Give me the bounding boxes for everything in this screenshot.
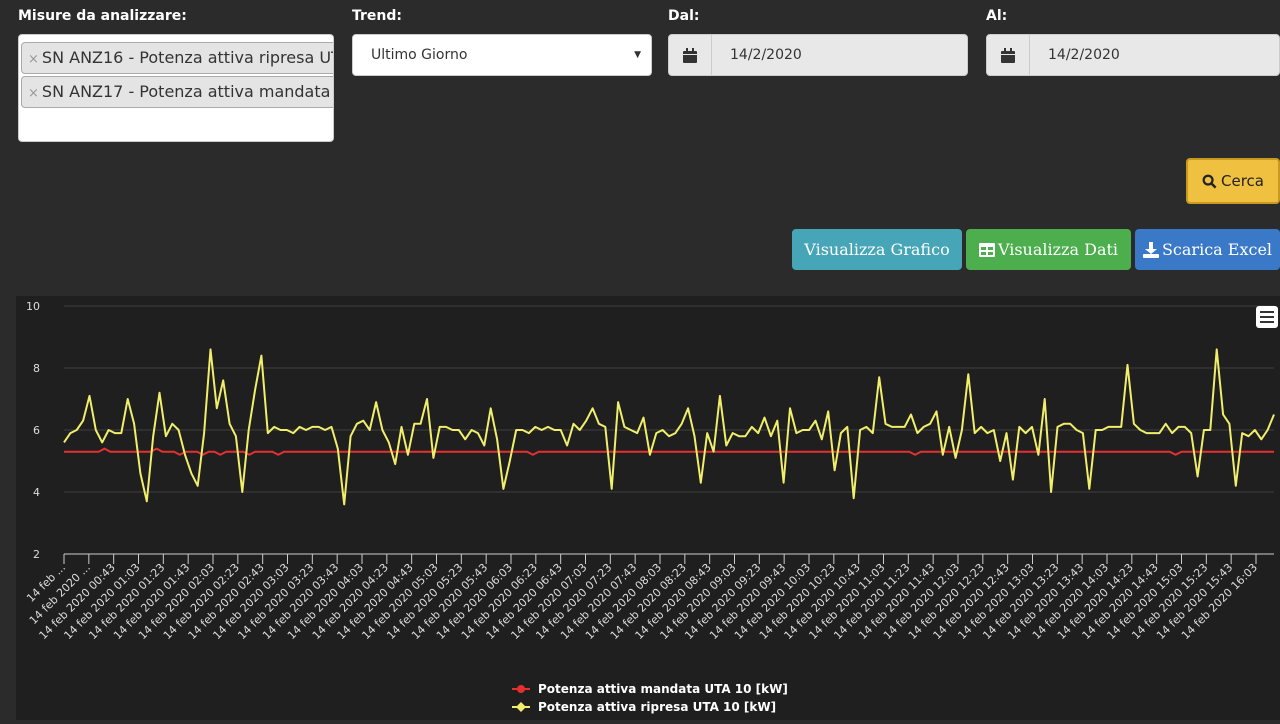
chart-panel: 2 4 6 8 10 14 feb ... 14 feb 2020 ... 14 feb 20… <box>16 296 1280 720</box>
legend-item-2: Potenza attiva ripresa UTA 10 [kW] <box>538 700 776 714</box>
search-button-label: Cerca <box>1221 172 1264 190</box>
calendar-icon[interactable] <box>669 35 712 75</box>
download-icon <box>1142 241 1159 258</box>
measure-tag-2[interactable]: ×SN ANZ17 - Potenza attiva mandata UTA 1… <box>21 76 333 108</box>
line-chart: 24681014 feb ...14 feb 2020 ...14 feb 20… <box>24 300 1275 714</box>
y-tick-label: 4 <box>33 486 40 499</box>
search-icon <box>1202 174 1217 188</box>
download-excel-button[interactable]: Scarica Excel <box>1135 229 1280 270</box>
calendar-icon[interactable] <box>987 35 1030 75</box>
y-tick-label: 6 <box>33 424 40 437</box>
legend-symbol-1 <box>517 685 525 693</box>
view-chart-button[interactable]: Visualizza Grafico <box>792 229 962 270</box>
series-line-2 <box>63 348 1275 506</box>
to-date-label: Al: <box>986 8 1008 24</box>
to-date-value: 14/2/2020 <box>1048 47 1120 63</box>
measure-tag-2-label: SN ANZ17 - Potenza attiva mandata UTA 10 <box>41 82 333 101</box>
search-button[interactable]: Cerca <box>1186 158 1280 204</box>
from-date-label: Dal: <box>668 8 700 24</box>
to-date-field[interactable]: 14/2/2020 <box>986 34 1280 76</box>
trend-select-value: Ultimo Giorno <box>371 47 468 63</box>
legend-symbol-2 <box>516 702 526 712</box>
remove-tag-icon[interactable]: × <box>28 86 39 101</box>
trend-label: Trend: <box>352 8 402 24</box>
measure-tag-1-label: SN ANZ16 - Potenza attiva ripresa UTA 10 <box>41 48 333 67</box>
y-tick-label: 2 <box>33 548 40 561</box>
table-icon <box>978 242 995 257</box>
dropdown-caret-icon: ▼ <box>634 50 641 60</box>
y-tick-label: 10 <box>26 300 40 313</box>
y-tick-label: 8 <box>33 362 40 375</box>
legend-item-1: Potenza attiva mandata UTA 10 [kW] <box>538 682 788 696</box>
trend-select[interactable]: Ultimo Giorno ▼ <box>352 34 652 76</box>
from-date-field[interactable]: 14/2/2020 <box>668 34 968 76</box>
measure-tag-1[interactable]: ×SN ANZ16 - Potenza attiva ripresa UTA 1… <box>21 42 333 74</box>
remove-tag-icon[interactable]: × <box>28 52 39 67</box>
view-data-button[interactable]: Visualizza Dati <box>966 229 1131 270</box>
hamburger-menu-icon[interactable] <box>1256 306 1278 328</box>
measures-multiselect[interactable]: ×SN ANZ16 - Potenza attiva ripresa UTA 1… <box>18 34 334 142</box>
view-chart-button-label: Visualizza Grafico <box>804 240 950 259</box>
measures-label: Misure da analizzare: <box>18 8 187 24</box>
download-excel-button-label: Scarica Excel <box>1161 240 1273 259</box>
from-date-value: 14/2/2020 <box>730 47 802 63</box>
view-data-button-label: Visualizza Dati <box>997 240 1119 259</box>
